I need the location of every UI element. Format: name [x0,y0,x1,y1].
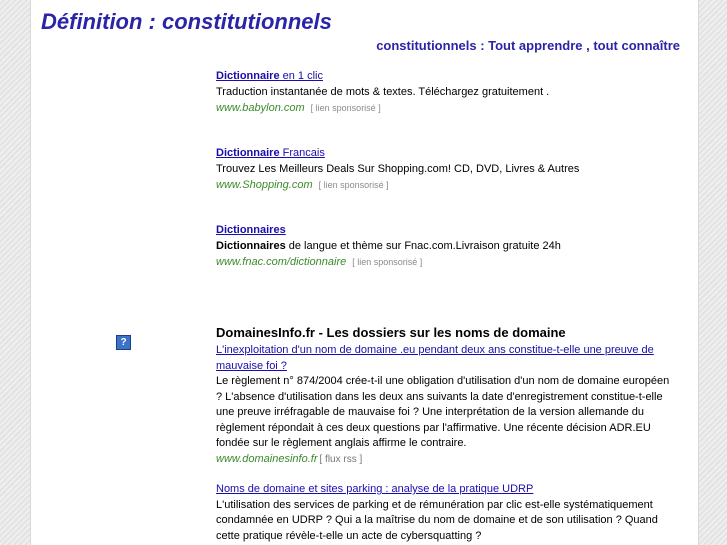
ad-url-link[interactable]: www.fnac.com/dictionnaire [216,256,346,268]
ad-desc-rest: de langue et thème sur Fnac.com.Livraiso… [285,240,561,252]
ad-url-link[interactable]: www.Shopping.com [216,179,313,191]
article-body: Le règlement n° 874/2004 crée-t-il une o… [216,375,670,449]
ad-description: Trouvez Les Meilleurs Deals Sur Shopping… [216,161,676,177]
sponsored-tag: [ lien sponsorisé ] [352,257,423,267]
ad-title-rest: Francais [279,147,325,159]
article-title-link[interactable]: Noms de domaine et sites parking : analy… [216,483,533,495]
feed-article: Noms de domaine et sites parking : analy… [216,482,676,544]
feed-article: L'inexploitation d'un nom de domaine .eu… [216,343,676,467]
ad-title-link[interactable]: Dictionnaires [216,224,286,236]
ad-title-bold: Dictionnaires [216,224,286,236]
ad-description: Traduction instantanée de mots & textes.… [216,84,676,100]
ad-title-link[interactable]: Dictionnaire en 1 clic [216,70,323,82]
ad-desc-bold: Dictionnaires [216,240,286,252]
feed-title: DomainesInfo.fr - Les dossiers sur les n… [216,325,566,340]
sponsored-ad: Dictionnaire Francais Trouvez Les Meille… [216,145,676,193]
sponsored-tag: [ lien sponsorisé ] [310,103,381,113]
sponsored-ad: Dictionnaire en 1 clic Traduction instan… [216,68,676,116]
page-title: Définition : constitutionnels [41,9,332,34]
page-container: Définition : constitutionnels constituti… [30,0,699,545]
page-tagline: constitutionnels : Tout apprendre , tout… [376,38,680,53]
ad-desc-rest: Trouvez Les Meilleurs Deals Sur Shopping… [216,163,580,175]
ad-title-bold: Dictionnaire [216,147,280,159]
sponsored-ad: Dictionnaires Dictionnaires de langue et… [216,222,676,270]
ad-url-link[interactable]: www.babylon.com [216,102,305,114]
ad-desc-rest: Traduction instantanée de mots & textes.… [216,86,550,98]
ad-title-bold: Dictionnaire [216,70,280,82]
help-icon[interactable]: ? [116,335,131,350]
source-url-link[interactable]: www.domainesinfo.fr [216,453,318,465]
article-title-link[interactable]: L'inexploitation d'un nom de domaine .eu… [216,344,654,372]
rss-feed-link[interactable]: [ flux rss ] [320,454,363,465]
ad-title-rest: en 1 clic [279,70,323,82]
sponsored-tag: [ lien sponsorisé ] [318,180,389,190]
article-body: L'utilisation des services de parking et… [216,498,658,542]
ad-description: Dictionnaires de langue et thème sur Fna… [216,238,676,254]
ad-title-link[interactable]: Dictionnaire Francais [216,147,325,159]
